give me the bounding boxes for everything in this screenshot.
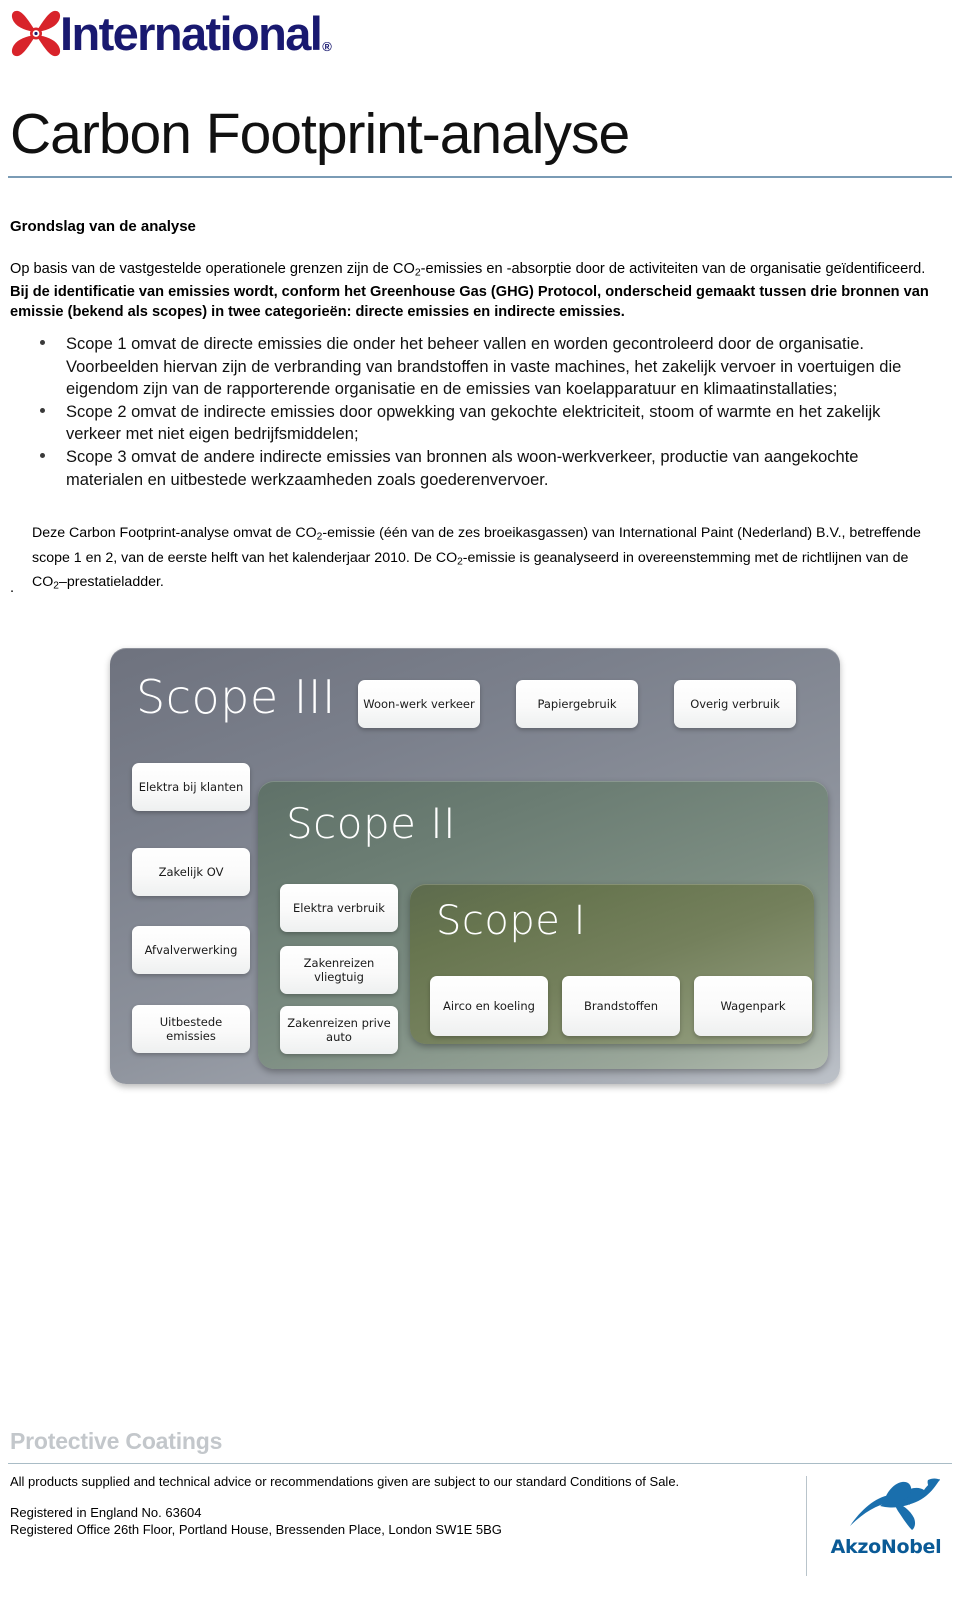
footer-registered-office: Registered Office 26th Floor, Portland H… [10, 1522, 502, 1537]
chip-airco-en-koeling: Airco en koeling [430, 976, 548, 1036]
chip-elektra-bij-klanten: Elektra bij klanten [132, 763, 250, 811]
scope-3-title: Scope III [136, 670, 336, 724]
footer-divider [8, 1463, 952, 1464]
international-logo: International ® [10, 8, 332, 60]
list-item: Scope 3 omvat de andere indirecte emissi… [36, 446, 936, 491]
chip-wagenpark: Wagenpark [694, 976, 812, 1036]
scope-definitions-list: Scope 1 omvat de directe emissies die on… [36, 333, 936, 491]
intro-paragraph: Op basis van de vastgestelde operationel… [10, 260, 940, 322]
chip-afvalverwerking: Afvalverwerking [132, 926, 250, 974]
footer-terms-text: All products supplied and technical advi… [10, 1474, 680, 1489]
scope-2-title: Scope II [286, 799, 457, 848]
chip-brandstoffen: Brandstoffen [562, 976, 680, 1036]
registered-trademark-icon: ® [322, 39, 332, 54]
chip-woon-werk-verkeer: Woon-werk verkeer [358, 680, 480, 728]
logo-wordmark: International [60, 7, 323, 60]
closing-paragraph: Deze Carbon Footprint-analyse omvat de C… [32, 523, 938, 597]
bullet-text: Scope 2 omvat de indirecte emissies door… [66, 402, 881, 444]
akzonobel-wordmark: AkzoNobel [830, 1536, 942, 1558]
bullet-text: Scope 3 omvat de andere indirecte emissi… [66, 447, 859, 489]
footer-registration-number: Registered in England No. 63604 [10, 1505, 202, 1520]
chip-elektra-verbruik: Elektra verbruik [280, 884, 398, 932]
footer-brand-label: Protective Coatings [10, 1428, 223, 1454]
list-item: Scope 2 omvat de indirecte emissies door… [36, 401, 936, 446]
scope-nesting-diagram: Scope III Woon-werk verkeer Papiergebrui… [110, 648, 840, 1096]
page-title: Carbon Footprint-analyse [10, 102, 630, 166]
intro-bold-text: Bij de identificatie van emissies wordt,… [10, 284, 929, 320]
footer-vertical-divider [806, 1476, 807, 1576]
chip-zakelijk-ov: Zakelijk OV [132, 848, 250, 896]
title-divider [8, 176, 952, 178]
closing-text-d: –prestatieladder. [58, 574, 164, 591]
chip-uitbestede-emissies: Uitbestede emissies [132, 1005, 250, 1053]
akzonobel-logo: AkzoNobel [820, 1478, 952, 1574]
chip-overig-verbruik: Overig verbruik [674, 680, 796, 728]
bullet-dot-icon [40, 340, 45, 345]
closing-text-a: Deze Carbon Footprint-analyse omvat de C… [32, 525, 317, 541]
chip-zakenreizen-vliegtuig: Zakenreizen vliegtuig [280, 946, 398, 994]
trailing-period: . [10, 580, 15, 596]
section-heading: Grondslag van de analyse [10, 218, 196, 235]
scope-1-title: Scope I [436, 898, 586, 944]
bullet-dot-icon [40, 452, 45, 458]
bullet-text: Scope 1 omvat de directe emissies die on… [66, 335, 902, 399]
chip-papiergebruik: Papiergebruik [516, 680, 638, 728]
intro-lead-text: Op basis van de vastgestelde operationel… [10, 261, 415, 277]
intro-lead-rest: -emissies en -absorptie door de activite… [420, 261, 926, 277]
bullet-dot-icon [40, 407, 45, 413]
chip-zakenreizen-prive-auto: Zakenreizen prive auto [280, 1006, 398, 1054]
propeller-icon [10, 9, 62, 59]
list-item: Scope 1 omvat de directe emissies die on… [36, 333, 936, 401]
